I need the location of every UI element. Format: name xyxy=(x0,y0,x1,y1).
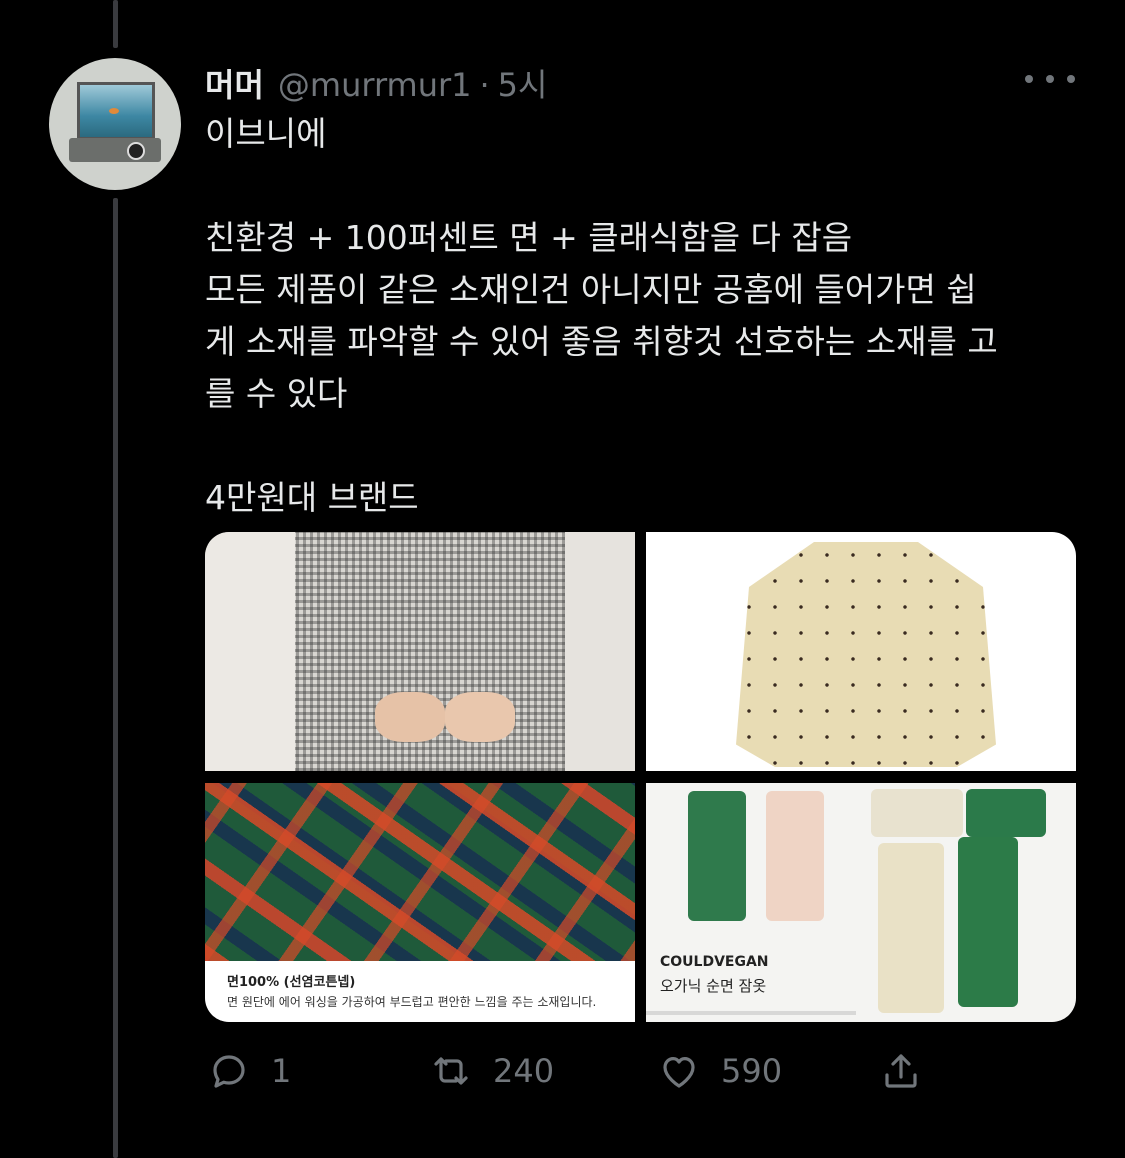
photo-product-name: 오가닉 순면 잠옷 xyxy=(660,977,767,995)
more-dot xyxy=(1025,75,1033,83)
media-grid: 면100% (선염코튼넵) 면 원단에 에어 워싱을 가공하여 부드럽고 편안한… xyxy=(205,532,1076,1022)
photo-gingham-pajama[interactable] xyxy=(205,532,635,771)
photo-top-beige xyxy=(871,789,963,837)
more-icon[interactable] xyxy=(1025,62,1075,96)
thread-line-bottom xyxy=(113,198,118,1158)
photo-caption-text: 면 원단에 에어 워싱을 가공하여 부드럽고 편안한 느낌을 주는 소재입니다. xyxy=(227,995,597,1009)
share-icon xyxy=(885,1054,917,1088)
photo-background xyxy=(565,532,635,771)
avatar-knob xyxy=(127,142,145,160)
share-button[interactable] xyxy=(877,1045,925,1097)
photo-plaid xyxy=(205,783,635,961)
reply-count: 1 xyxy=(271,1052,292,1090)
retweet-icon xyxy=(434,1057,468,1085)
photo-pants-beige xyxy=(878,843,944,1013)
avatar-stand xyxy=(69,138,161,162)
tweet-line: 를 수 있다 xyxy=(205,374,348,413)
retweet-count: 240 xyxy=(493,1052,555,1090)
like-button[interactable]: 590 xyxy=(655,1045,782,1097)
photo-couldvegan-pajamas[interactable]: COULDVEGAN 오가닉 순면 잠옷 xyxy=(646,783,1076,1022)
tweet-line: 친환경 + 100퍼센트 면 + 클래식함을 다 잡음 xyxy=(205,218,853,257)
thread-line-top xyxy=(113,0,118,48)
photo-top-green xyxy=(966,789,1046,837)
retweet-button[interactable]: 240 xyxy=(427,1045,554,1097)
more-dot xyxy=(1067,75,1075,83)
user-handle[interactable]: @murrmur1 xyxy=(278,66,472,104)
photo-model-green xyxy=(688,791,746,921)
reply-button[interactable]: 1 xyxy=(205,1045,291,1097)
photo-plaid-fabric[interactable]: 면100% (선염코튼넵) 면 원단에 에어 워싱을 가공하여 부드럽고 편안한… xyxy=(205,783,635,1022)
photo-fine-print xyxy=(646,1011,856,1015)
tweet-line: 모든 제품이 같은 소재인건 아니지만 공홈에 들어가면 쉽 xyxy=(205,270,977,309)
tweet-text: 이브니에 친환경 + 100퍼센트 면 + 클래식함을 다 잡음 모든 제품이 … xyxy=(205,108,1085,524)
tweet-header: 머머 @murrmur1 · 5시 xyxy=(205,60,547,104)
photo-caption-title: 면100% (선염코튼넵) xyxy=(227,975,356,990)
display-name[interactable]: 머머 xyxy=(205,60,264,106)
avatar-fish xyxy=(109,108,119,114)
tweet-time[interactable]: 5시 xyxy=(498,60,548,106)
more-dot xyxy=(1046,75,1054,83)
photo-pants-green xyxy=(958,837,1018,1007)
photo-blouse xyxy=(736,542,996,767)
photo-hand xyxy=(375,692,445,742)
like-count: 590 xyxy=(721,1052,783,1090)
photo-brand-name: COULDVEGAN xyxy=(660,954,769,970)
tweet-line: 4만원대 브랜드 xyxy=(205,478,419,517)
photo-model-pink xyxy=(766,791,824,921)
photo-hand xyxy=(445,692,515,742)
reply-icon xyxy=(213,1055,245,1088)
like-icon xyxy=(663,1057,695,1088)
tweet-line: 게 소재를 파악할 수 있어 좋음 취향것 선호하는 소재를 고 xyxy=(205,322,998,361)
tweet-line: 이브니에 xyxy=(205,114,327,153)
photo-background xyxy=(205,532,295,771)
avatar[interactable] xyxy=(49,58,181,190)
header-separator: · xyxy=(479,66,490,104)
tweet-actions: 1 240 590 xyxy=(205,1045,945,1097)
photo-dotted-blouse[interactable] xyxy=(646,532,1076,771)
tweet-page: 머머 @murrmur1 · 5시 이브니에 친환경 + 100퍼센트 면 + … xyxy=(0,0,1125,1158)
